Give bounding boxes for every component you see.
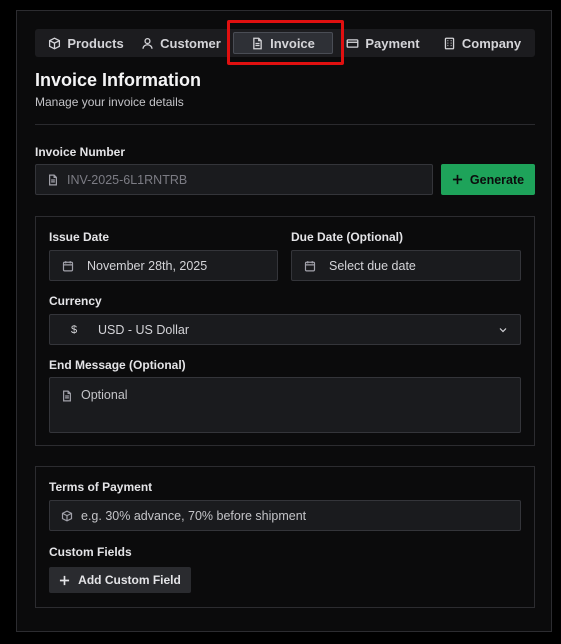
- invoice-panel: Products Customer Invoice Payment Compan…: [16, 10, 552, 632]
- document-icon: [63, 390, 71, 402]
- calendar-icon: [62, 260, 74, 271]
- plus-icon: [452, 174, 462, 185]
- section-tabs: Products Customer Invoice Payment Compan…: [35, 29, 535, 57]
- terms-placeholder: e.g. 30% advance, 70% before shipment: [81, 508, 307, 523]
- document-icon: [49, 174, 57, 185]
- issue-date-value: November 28th, 2025: [87, 258, 208, 273]
- tab-payment[interactable]: Payment: [333, 32, 433, 54]
- page-title: Invoice Information: [35, 70, 202, 90]
- due-date-label: Due Date (Optional): [291, 230, 404, 244]
- terms-label: Terms of Payment: [49, 480, 153, 494]
- custom-fields-label: Custom Fields: [49, 545, 132, 559]
- invoice-number-value: INV-2025-6L1RNTRB: [67, 172, 188, 187]
- tab-customer-label: Customer: [160, 35, 221, 51]
- box-icon: [49, 36, 61, 50]
- generate-button[interactable]: Generate: [441, 164, 535, 195]
- page-subtitle: Manage your invoice details: [35, 95, 184, 109]
- tab-payment-label: Payment: [365, 35, 420, 51]
- tab-products[interactable]: Products: [39, 32, 133, 54]
- user-icon: [142, 37, 153, 49]
- due-date-picker[interactable]: Select due date: [291, 250, 521, 281]
- issue-date-picker[interactable]: November 28th, 2025: [49, 250, 278, 281]
- chevron-down-icon: [499, 327, 507, 332]
- building-icon: [444, 37, 455, 49]
- tab-company-label: Company: [461, 35, 522, 51]
- terms-input[interactable]: e.g. 30% advance, 70% before shipment: [49, 500, 521, 531]
- calendar-icon: [304, 260, 316, 271]
- invoice-details-box: Issue Date November 28th, 2025 Due Date …: [35, 216, 535, 446]
- end-message-label: End Message (Optional): [49, 358, 186, 372]
- end-message-placeholder: Optional: [81, 388, 128, 402]
- plus-icon: [60, 575, 70, 585]
- end-message-textarea[interactable]: Optional: [49, 377, 521, 433]
- credit-card-icon: [346, 38, 359, 48]
- issue-date-label: Issue Date: [49, 230, 110, 244]
- box-icon: [61, 509, 73, 522]
- tab-products-label: Products: [67, 35, 124, 51]
- header-divider: [35, 124, 535, 125]
- document-icon: [253, 37, 262, 49]
- currency-symbol: $: [71, 323, 78, 336]
- due-date-placeholder: Select due date: [329, 258, 416, 273]
- add-custom-field-button[interactable]: Add Custom Field: [49, 567, 191, 593]
- tab-invoice-label: Invoice: [270, 35, 315, 51]
- tab-company[interactable]: Company: [433, 32, 531, 54]
- add-custom-field-label: Add Custom Field: [78, 573, 181, 587]
- currency-label: Currency: [49, 294, 102, 308]
- tab-customer[interactable]: Customer: [133, 32, 229, 54]
- tab-invoice[interactable]: Invoice: [233, 32, 333, 54]
- invoice-number-label: Invoice Number: [35, 145, 126, 159]
- invoice-number-field[interactable]: INV-2025-6L1RNTRB: [35, 164, 433, 195]
- currency-value: USD - US Dollar: [98, 322, 189, 337]
- generate-button-label: Generate: [469, 172, 525, 187]
- currency-select[interactable]: $ USD - US Dollar: [49, 314, 521, 345]
